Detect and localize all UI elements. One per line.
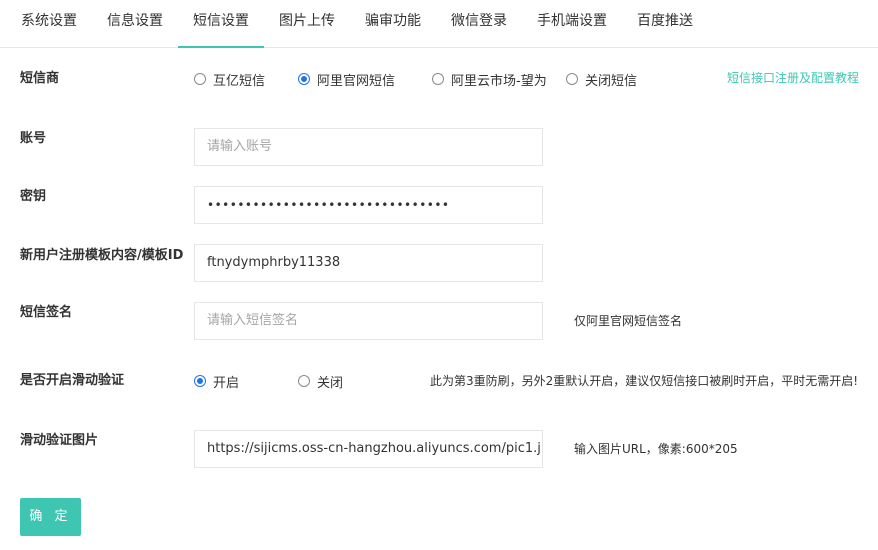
account-input[interactable]: 请输入账号	[194, 128, 543, 166]
tab-info-settings[interactable]: 信息设置	[92, 0, 178, 46]
slider-image-url-input[interactable]: https://sijicms.oss-cn-hangzhou.aliyuncs…	[194, 430, 543, 468]
tab-review-bypass[interactable]: 骗审功能	[350, 0, 436, 46]
radio-slider-on[interactable]: 开启	[194, 371, 239, 391]
radio-label: 开启	[213, 375, 240, 391]
radio-unchecked-icon	[194, 73, 206, 85]
sms-provider-label: 短信商	[20, 71, 60, 86]
tab-system-settings[interactable]: 系统设置	[6, 0, 92, 46]
tab-wechat-login[interactable]: 微信登录	[436, 0, 522, 46]
tab-image-upload[interactable]: 图片上传	[264, 0, 350, 46]
tab-sms-settings[interactable]: 短信设置	[178, 0, 264, 48]
radio-unchecked-icon	[298, 375, 310, 387]
tab-mobile-settings[interactable]: 手机端设置	[522, 0, 622, 46]
signature-input[interactable]: 请输入短信签名	[194, 302, 543, 340]
radio-disable-sms[interactable]: 关闭短信	[566, 69, 637, 89]
slider-verify-hint: 此为第3重防刷，另外2重默认开启，建议仅短信接口被刷时开启，平时无需开启!	[430, 374, 859, 388]
radio-label: 互亿短信	[213, 73, 266, 89]
radio-hywx-sms[interactable]: 互亿短信	[194, 69, 265, 89]
confirm-button[interactable]: 确 定	[20, 498, 81, 536]
settings-tabs: 系统设置 信息设置 短信设置 图片上传 骗审功能 微信登录 手机端设置 百度推送	[0, 0, 878, 48]
signature-hint: 仅阿里官网短信签名	[574, 314, 683, 328]
tab-baidu-push[interactable]: 百度推送	[622, 0, 708, 46]
secret-input[interactable]: ••••••••••••••••••••••••••••••••	[194, 186, 543, 224]
radio-unchecked-icon	[432, 73, 444, 85]
radio-aliyun-market-sms[interactable]: 阿里云市场-望为	[432, 69, 547, 89]
slider-verify-label: 是否开启滑动验证	[20, 373, 125, 388]
template-label: 新用户注册模板内容/模板ID	[20, 248, 184, 263]
radio-label: 阿里官网短信	[317, 73, 396, 89]
radio-label: 关闭	[317, 375, 344, 391]
template-input[interactable]: ftnydymphrby11338	[194, 244, 543, 282]
radio-unchecked-icon	[566, 73, 578, 85]
slider-image-hint: 输入图片URL，像素:600*205	[574, 442, 738, 456]
signature-label: 短信签名	[20, 305, 73, 320]
radio-slider-off[interactable]: 关闭	[298, 371, 343, 391]
radio-aliyun-official-sms[interactable]: 阿里官网短信	[298, 69, 395, 89]
radio-label: 阿里云市场-望为	[451, 73, 547, 89]
account-label: 账号	[20, 131, 47, 146]
radio-checked-icon	[194, 375, 206, 387]
secret-label: 密钥	[20, 189, 47, 204]
sms-tutorial-link[interactable]: 短信接口注册及配置教程	[727, 69, 859, 87]
radio-checked-icon	[298, 73, 310, 85]
radio-label: 关闭短信	[585, 73, 638, 89]
slider-image-label: 滑动验证图片	[20, 433, 99, 448]
